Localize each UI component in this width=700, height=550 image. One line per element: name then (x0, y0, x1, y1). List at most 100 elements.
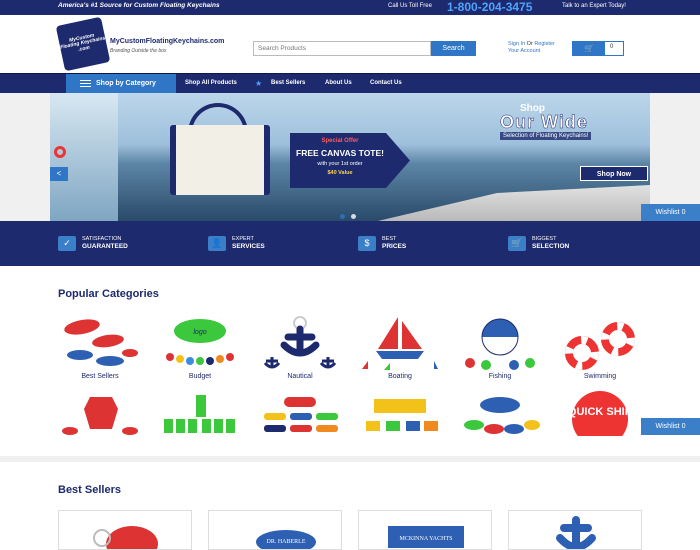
logo-subtitle: Branding Outside the box (110, 48, 167, 54)
nav-contact-us[interactable]: Contact Us (370, 74, 402, 93)
product-image: DR. HABERLE (256, 530, 316, 549)
shop-wide-heading: Shop Our Wide Selection of Floating Keyc… (490, 103, 640, 141)
carousel-dots (340, 206, 362, 221)
feature-line2: GUARANTEED (82, 243, 128, 250)
category-tile[interactable] (358, 391, 442, 436)
nav-best-sellers[interactable]: Best Sellers (271, 74, 305, 93)
check-icon: ✓ (58, 236, 76, 251)
product-text: MCKINNA YACHTS (400, 536, 453, 542)
best-sellers-section: Best Sellers DR. HABERLE MCKINNA YACHTS (0, 462, 700, 550)
section-title: Best Sellers (58, 484, 121, 496)
person-icon: 👤 (208, 236, 226, 251)
red-tag-keychains-image (62, 397, 138, 435)
tagline: America's #1 Source for Custom Floating … (58, 2, 220, 9)
category-boating[interactable]: Boating (358, 313, 442, 383)
category-tile[interactable] (58, 391, 142, 436)
rectangle-keychains-image (264, 397, 338, 432)
colorful-keychains-image (464, 397, 540, 434)
feature-line1: BEST (382, 236, 397, 242)
account-links: Sign In Or Register Your Account (508, 41, 555, 55)
quick-ship-image: QUICK SHIP (568, 391, 632, 436)
sign-in-link[interactable]: Sign In (508, 41, 525, 47)
category-label: Boating (388, 373, 412, 380)
cart-button[interactable]: 🛒 0 (572, 41, 624, 56)
number-keychains-image (164, 395, 235, 433)
our-wide-word: Our Wide (500, 112, 588, 133)
popular-categories-section: Popular Categories Best Sellers logo Bud… (0, 266, 700, 456)
category-tile[interactable] (458, 391, 542, 436)
category-fishing[interactable]: Fishing (458, 313, 542, 383)
category-budget[interactable]: logo Budget (158, 313, 242, 383)
features-strip: ✓ SATISFACTION GUARANTEED 👤 EXPERT SERVI… (0, 221, 700, 266)
life-ring-keychains-image (565, 322, 635, 370)
category-tile[interactable] (258, 391, 342, 436)
shop-by-category-button[interactable]: Shop by Category (66, 74, 176, 93)
cart-icon: 🛒 (508, 236, 526, 251)
product-card[interactable] (508, 510, 642, 550)
feature-line2: SERVICES (232, 243, 265, 250)
oval-keychains-image: logo (166, 319, 234, 365)
product-image (93, 526, 158, 549)
product-card[interactable]: MCKINNA YACHTS (358, 510, 492, 550)
category-best-sellers[interactable]: Best Sellers (58, 313, 142, 383)
nav-about-us[interactable]: About Us (325, 74, 352, 93)
nav-shop-all-products[interactable]: Shop All Products (185, 74, 237, 93)
category-tile[interactable] (158, 391, 242, 436)
wishlist-tab[interactable]: Wishlist 0 (641, 418, 700, 435)
feature-line2: SELECTION (532, 243, 570, 250)
register-link[interactable]: Register (534, 41, 554, 47)
category-label: Swimming (583, 373, 617, 380)
special-offer-badge: Special Offer FREE CANVAS TOTE! with you… (290, 133, 410, 188)
hamburger-icon (80, 80, 91, 87)
product-image (556, 516, 596, 549)
search-input[interactable] (253, 41, 431, 56)
search-button[interactable]: Search (431, 41, 476, 56)
selection-caption: Selection of Floating Keychains! (500, 132, 592, 140)
category-swimming[interactable]: Swimming (558, 313, 642, 383)
cart-count: 0 (610, 44, 614, 50)
feature-line2: PRICES (382, 243, 407, 250)
carousel-dot-1[interactable] (340, 214, 345, 219)
special-offer-label: Special Offer (321, 138, 359, 144)
hero-banner[interactable]: < Special Offer FREE CANVAS TOTE! with y… (50, 93, 650, 221)
your-account-link[interactable]: Your Account (508, 48, 540, 54)
flipflop-keychains-image (64, 319, 138, 366)
top-bar: America's #1 Source for Custom Floating … (0, 0, 700, 15)
anchor-keychains-image (263, 316, 337, 369)
product-card[interactable]: DR. HABERLE (208, 510, 342, 550)
free-tote-label: FREE CANVAS TOTE! (296, 148, 384, 158)
search-bar: Search (253, 41, 476, 56)
category-label: Nautical (287, 373, 313, 380)
site-header: MyCustom Floating Keychains .com MyCusto… (0, 15, 700, 73)
shop-by-category-label: Shop by Category (96, 80, 156, 87)
wishlist-tab[interactable]: Wishlist 0 (641, 204, 700, 221)
product-text: DR. HABERLE (267, 539, 306, 545)
category-label: Best Sellers (81, 373, 119, 380)
category-quick-ship[interactable]: QUICK SHIP (558, 391, 642, 436)
star-icon: ★ (255, 79, 263, 88)
logo-badge: MyCustom Floating Keychains .com (55, 16, 111, 72)
feature-line1: EXPERT (232, 236, 254, 242)
quick-ship-text: QUICK SHIP (568, 406, 632, 418)
first-order-label: with your 1st order (317, 161, 363, 167)
feature-line1: BIGGEST (532, 236, 557, 242)
cart-icon: 🛒 (573, 42, 605, 55)
sailboat-keychains-image (362, 317, 438, 370)
shop-now-button[interactable]: Shop Now (580, 166, 648, 181)
carousel-dot-2[interactable] (351, 214, 356, 219)
banner-prev-button[interactable]: < (50, 167, 68, 181)
call-suffix: Talk to an Expert Today! (562, 3, 626, 9)
product-card[interactable] (58, 510, 192, 550)
category-nautical[interactable]: Nautical (258, 313, 342, 383)
tote-bag-image (170, 125, 270, 195)
site-logo[interactable]: MyCustom Floating Keychains .com MyCusto… (55, 16, 230, 72)
main-nav: Shop by Category Shop All Products ★ Bes… (0, 73, 700, 93)
section-title: Popular Categories (58, 288, 159, 300)
feature-line1: SATISFACTION (82, 236, 122, 242)
product-image: MCKINNA YACHTS (388, 526, 464, 548)
bobber-keychains-image (465, 318, 535, 370)
category-label: Budget (188, 373, 212, 380)
phone-number[interactable]: 1-800-204-3475 (447, 0, 532, 14)
category-label: Fishing (488, 373, 512, 380)
or-text: Or (526, 41, 533, 47)
